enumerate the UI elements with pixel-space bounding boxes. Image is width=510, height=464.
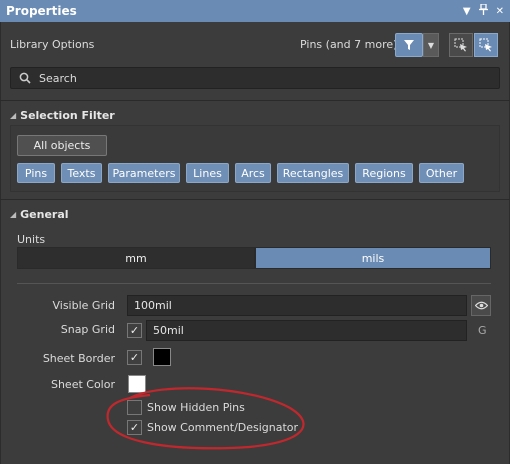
- dropdown-arrow-icon[interactable]: ▼: [463, 6, 471, 17]
- units-label: Units: [17, 233, 46, 246]
- cursor-select-icon: [479, 38, 492, 52]
- checkmark-icon: ✓: [129, 324, 140, 337]
- filter-chip-arcs[interactable]: Arcs: [235, 163, 271, 183]
- selection-filter-header[interactable]: ◢ Selection Filter: [10, 109, 115, 122]
- sheet-border-color-swatch[interactable]: [153, 348, 171, 366]
- filter-chip-regions[interactable]: Regions: [355, 163, 413, 183]
- visible-grid-input[interactable]: 100mil: [127, 295, 467, 316]
- search-icon: [19, 72, 31, 84]
- show-comment-designator-label: Show Comment/Designator: [147, 421, 299, 434]
- checkmark-icon: ✓: [129, 421, 140, 434]
- filter-chip-texts[interactable]: Texts: [61, 163, 102, 183]
- general-title: General: [20, 208, 69, 221]
- search-placeholder: Search: [39, 71, 77, 85]
- filter-chip-rectangles[interactable]: Rectangles: [277, 163, 349, 183]
- sheet-border-label: Sheet Border: [42, 352, 115, 365]
- title-bar-controls: ▼ ✕: [463, 0, 504, 22]
- panel-title-bar: Properties: [0, 0, 510, 22]
- checkmark-icon: ✓: [129, 351, 140, 364]
- eye-icon: [474, 301, 488, 310]
- select-mode-button[interactable]: [449, 33, 473, 57]
- collapse-triangle-icon: ◢: [10, 111, 17, 120]
- filter-chip-other[interactable]: Other: [419, 163, 464, 183]
- search-field[interactable]: Search: [10, 67, 500, 89]
- snap-grid-label: Snap Grid: [60, 323, 115, 336]
- divider: [0, 100, 510, 101]
- general-header[interactable]: ◢ General: [10, 208, 69, 221]
- library-options-label: Library Options: [10, 38, 95, 51]
- units-mm-button[interactable]: mm: [17, 247, 255, 269]
- chevron-down-icon: ▼: [427, 40, 435, 50]
- filter-dropdown-button[interactable]: ▼: [423, 33, 439, 57]
- filter-chip-parameters[interactable]: Parameters: [108, 163, 180, 183]
- snap-grid-shortcut: G: [478, 324, 487, 337]
- filter-button[interactable]: [395, 33, 423, 57]
- snap-grid-input[interactable]: 50mil: [146, 320, 467, 341]
- pins-summary-label: Pins (and 7 more): [300, 38, 398, 51]
- selection-icon: [454, 38, 467, 52]
- sheet-border-checkbox[interactable]: ✓: [127, 350, 142, 365]
- all-objects-button[interactable]: All objects: [17, 135, 107, 156]
- snap-grid-value: 50mil: [153, 324, 184, 337]
- sheet-color-label: Sheet Color: [50, 378, 115, 391]
- collapse-triangle-icon: ◢: [10, 210, 17, 219]
- units-mils-button[interactable]: mils: [255, 247, 491, 269]
- selection-filter-title: Selection Filter: [20, 109, 115, 122]
- show-comment-designator-checkbox[interactable]: ✓: [127, 420, 142, 435]
- panel-title: Properties: [6, 4, 77, 18]
- pin-icon[interactable]: [478, 3, 488, 18]
- show-hidden-pins-checkbox[interactable]: [127, 400, 142, 415]
- close-icon[interactable]: ✕: [496, 6, 504, 17]
- filter-chip-pins[interactable]: Pins: [17, 163, 55, 183]
- divider: [17, 283, 491, 284]
- sheet-color-swatch[interactable]: [128, 375, 146, 393]
- visible-grid-label: Visible Grid: [52, 299, 115, 312]
- visible-grid-value: 100mil: [134, 299, 172, 312]
- divider: [0, 199, 510, 200]
- filter-icon: [404, 40, 414, 50]
- filter-chip-lines[interactable]: Lines: [186, 163, 229, 183]
- visible-grid-toggle-button[interactable]: [471, 295, 491, 316]
- cursor-mode-button[interactable]: [474, 33, 498, 57]
- show-hidden-pins-label: Show Hidden Pins: [147, 401, 245, 414]
- snap-grid-checkbox[interactable]: ✓: [127, 323, 142, 338]
